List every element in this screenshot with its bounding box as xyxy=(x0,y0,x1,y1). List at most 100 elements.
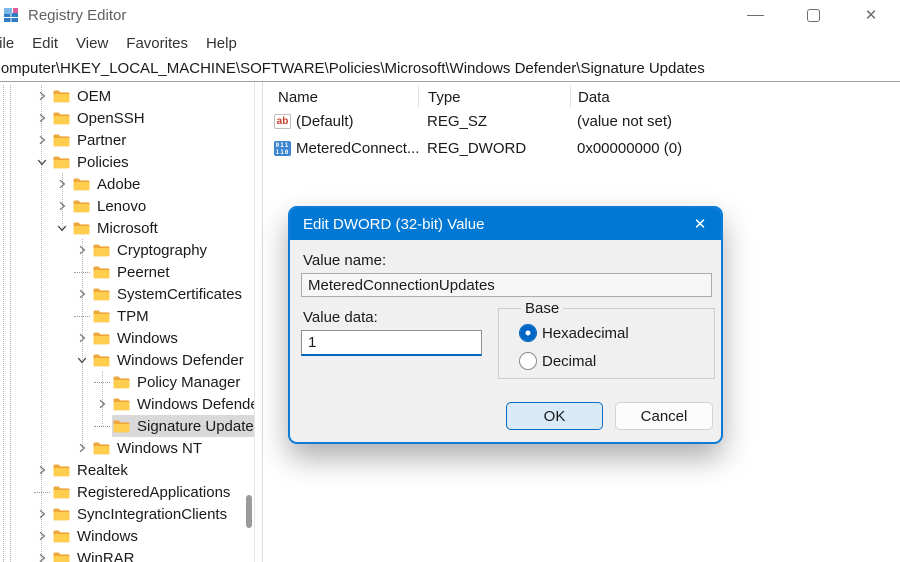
menu-item-help[interactable]: Help xyxy=(197,35,246,52)
radio-option-label: Hexadecimal xyxy=(542,325,629,342)
expand-toggle[interactable] xyxy=(32,129,52,151)
address-bar[interactable]: Computer\HKEY_LOCAL_MACHINE\SOFTWARE\Pol… xyxy=(0,56,900,82)
value-data-input[interactable] xyxy=(301,330,482,356)
collapse-toggle[interactable] xyxy=(52,217,72,239)
value-data-label: Value data: xyxy=(303,309,378,326)
column-header-data[interactable]: Data xyxy=(570,86,900,108)
dialog-body: Value name: Value data: Base Hexadecimal… xyxy=(290,240,721,441)
cancel-button[interactable]: Cancel xyxy=(615,402,713,430)
folder-icon xyxy=(93,265,110,279)
menu-item-view[interactable]: View xyxy=(67,35,117,52)
tree-item-main: Microsoft xyxy=(72,217,254,239)
tree-scrollbar-thumb[interactable] xyxy=(246,495,252,528)
tree-item-label: Policy Manager xyxy=(137,374,240,391)
tree-item-policy-manager[interactable]: Policy Manager xyxy=(0,371,254,393)
menu-item-edit[interactable]: Edit xyxy=(23,35,67,52)
tree-item-main: Windows Defender xyxy=(92,349,254,371)
window-controls: ✕ xyxy=(726,0,900,30)
expand-toggle[interactable] xyxy=(52,195,72,217)
tree-item-label: Windows Defender xyxy=(137,396,255,413)
expand-toggle[interactable] xyxy=(32,459,52,481)
chevron-right-icon xyxy=(35,529,49,543)
tree-item-label: SyncIntegrationClients xyxy=(77,506,227,523)
tree-item-label: Microsoft xyxy=(97,220,158,237)
value-type-cell: REG_DWORD xyxy=(418,140,570,157)
registry-tree-pane[interactable]: OEMOpenSSHPartner Policies AdobeLenovo Micr… xyxy=(0,82,255,562)
expand-toggle[interactable] xyxy=(32,85,52,107)
expand-toggle[interactable] xyxy=(72,437,92,459)
chevron-right-icon xyxy=(35,89,49,103)
maximize-button[interactable] xyxy=(784,0,842,30)
tree-item-windows-defender[interactable]: Windows Defender xyxy=(0,393,254,415)
base-option-hexadecimal[interactable]: Hexadecimal xyxy=(519,321,714,345)
tree-item-policies[interactable]: Policies xyxy=(0,151,254,173)
expand-toggle[interactable] xyxy=(92,393,112,415)
tree-item-openssh[interactable]: OpenSSH xyxy=(0,107,254,129)
expand-toggle[interactable] xyxy=(72,239,92,261)
tree-item-windows-defender[interactable]: Windows Defender xyxy=(0,349,254,371)
expand-toggle[interactable] xyxy=(72,283,92,305)
leaf-stub-line xyxy=(34,492,50,493)
pane-splitter[interactable] xyxy=(255,82,262,562)
menu-item-file[interactable]: File xyxy=(0,35,23,52)
tree-item-windows[interactable]: Windows xyxy=(0,327,254,349)
collapse-toggle[interactable] xyxy=(32,151,52,173)
column-header-name[interactable]: Name xyxy=(263,86,418,108)
close-icon: ✕ xyxy=(865,8,878,23)
tree-item-label: Realtek xyxy=(77,462,128,479)
expand-toggle[interactable] xyxy=(32,503,52,525)
address-path: Computer\HKEY_LOCAL_MACHINE\SOFTWARE\Pol… xyxy=(0,60,705,77)
tree-item-signature-updates[interactable]: Signature Updates xyxy=(0,415,254,437)
chevron-right-icon xyxy=(35,111,49,125)
tree-item-adobe[interactable]: Adobe xyxy=(0,173,254,195)
value-row--default-[interactable]: ab(Default)REG_SZ(value not set) xyxy=(263,108,900,135)
dialog-close-button[interactable]: ✕ xyxy=(679,208,721,240)
tree-item-partner[interactable]: Partner xyxy=(0,129,254,151)
base-option-decimal[interactable]: Decimal xyxy=(519,349,714,373)
tree-item-label: Policies xyxy=(77,154,129,171)
folder-icon xyxy=(93,353,110,367)
menu-item-favorites[interactable]: Favorites xyxy=(117,35,197,52)
tree-item-tpm[interactable]: TPM xyxy=(0,305,254,327)
collapse-toggle[interactable] xyxy=(72,349,92,371)
expand-toggle[interactable] xyxy=(32,525,52,547)
expand-toggle[interactable] xyxy=(52,173,72,195)
tree-item-main: Windows xyxy=(92,327,254,349)
folder-icon xyxy=(73,177,90,191)
tree-item-oem[interactable]: OEM xyxy=(0,85,254,107)
chevron-down-icon xyxy=(35,155,49,169)
column-header-type[interactable]: Type xyxy=(418,86,570,108)
expand-toggle[interactable] xyxy=(32,547,52,562)
tree-item-peernet[interactable]: Peernet xyxy=(0,261,254,283)
chevron-right-icon xyxy=(75,331,89,345)
tree-item-windows-nt[interactable]: Windows NT xyxy=(0,437,254,459)
tree-item-lenovo[interactable]: Lenovo xyxy=(0,195,254,217)
ok-button[interactable]: OK xyxy=(506,402,603,430)
close-button[interactable]: ✕ xyxy=(842,0,900,30)
folder-icon xyxy=(53,485,70,499)
radio-checked-icon xyxy=(519,324,537,342)
chevron-right-icon xyxy=(35,507,49,521)
base-group: Base HexadecimalDecimal xyxy=(498,300,715,379)
tree-item-registeredapplications[interactable]: RegisteredApplications xyxy=(0,481,254,503)
chevron-down-icon xyxy=(55,221,69,235)
list-rows: ab(Default)REG_SZ(value not set)011110Me… xyxy=(263,108,900,162)
tree-item-syncintegrationclients[interactable]: SyncIntegrationClients xyxy=(0,503,254,525)
tree-item-cryptography[interactable]: Cryptography xyxy=(0,239,254,261)
tree-item-winrar[interactable]: WinRAR xyxy=(0,547,254,562)
folder-icon xyxy=(113,419,130,433)
base-options: Hexadecimal Decimal xyxy=(519,321,714,373)
tree-item-main: Partner xyxy=(52,129,254,151)
value-name-input[interactable] xyxy=(301,273,712,297)
minimize-button[interactable] xyxy=(726,0,784,30)
tree-item-windows[interactable]: Windows xyxy=(0,525,254,547)
tree-item-systemcertificates[interactable]: SystemCertificates xyxy=(0,283,254,305)
value-row-meteredconnect-[interactable]: 011110MeteredConnect...REG_DWORD0x000000… xyxy=(263,135,900,162)
value-name-text: (Default) xyxy=(296,113,354,130)
tree-item-main: Cryptography xyxy=(92,239,254,261)
expand-toggle[interactable] xyxy=(32,107,52,129)
tree-item-realtek[interactable]: Realtek xyxy=(0,459,254,481)
tree-item-microsoft[interactable]: Microsoft xyxy=(0,217,254,239)
string-value-icon: ab xyxy=(274,114,291,129)
expand-toggle[interactable] xyxy=(72,327,92,349)
